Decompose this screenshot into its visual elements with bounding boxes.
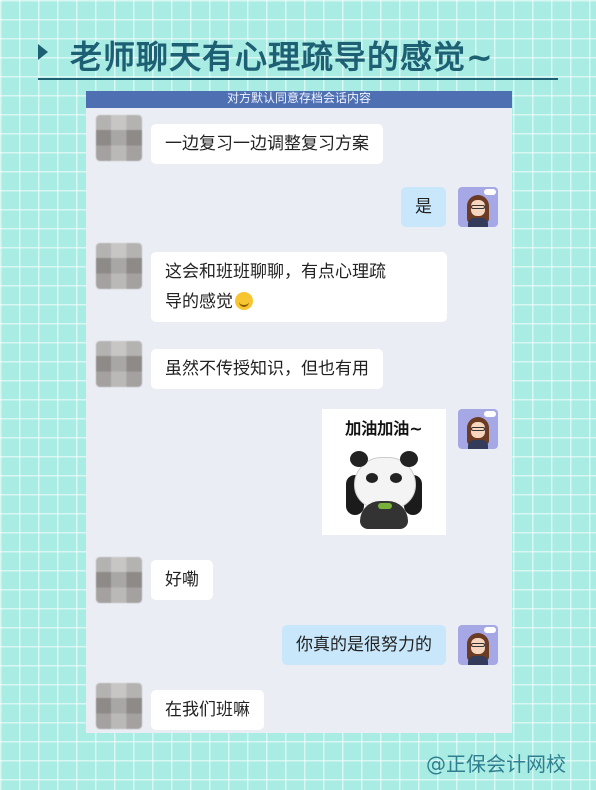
teacher-avatar[interactable] (458, 625, 498, 665)
message-bubble-incoming[interactable]: 虽然不传授知识，但也有用 (151, 349, 383, 389)
contact-avatar-blurred[interactable] (96, 115, 142, 161)
teacher-avatar[interactable] (458, 187, 498, 227)
triangle-bullet-icon (38, 44, 48, 60)
header-divider (38, 78, 558, 80)
message-text-line: 导的感觉 (165, 287, 433, 317)
message-bubble-incoming[interactable]: 这会和班班聊聊，有点心理疏 导的感觉 (151, 252, 447, 322)
page-header: 老师聊天有心理疏导的感觉~ (38, 30, 558, 80)
contact-avatar-blurred[interactable] (96, 557, 142, 603)
thinking-emoji-icon (235, 292, 253, 310)
panda-sticker[interactable]: 加油加油~ (322, 409, 446, 535)
archive-notice-bar: 对方默认同意存档会话内容 (86, 91, 512, 108)
message-bubble-incoming[interactable]: 好嘞 (151, 560, 213, 600)
contact-avatar-blurred[interactable] (96, 683, 142, 729)
message-bubble-incoming[interactable]: 一边复习一边调整复习方案 (151, 124, 383, 164)
sticker-caption: 加油加油~ (345, 419, 423, 438)
message-bubble-outgoing[interactable]: 你真的是很努力的 (282, 625, 446, 665)
panda-sticker-icon (344, 451, 424, 531)
contact-avatar-blurred[interactable] (96, 243, 142, 289)
message-bubble-incoming[interactable]: 在我们班嘛 (151, 690, 264, 730)
message-bubble-outgoing[interactable]: 是 (401, 187, 446, 227)
contact-avatar-blurred[interactable] (96, 341, 142, 387)
page-title: 老师聊天有心理疏导的感觉~ (70, 38, 494, 76)
watermark: @正保会计网校 (426, 752, 566, 776)
message-text-line: 这会和班班聊聊，有点心理疏 (165, 262, 386, 282)
chat-screenshot: 对方默认同意存档会话内容 一边复习一边调整复习方案 是 这会和班班聊聊，有点心理… (86, 91, 512, 733)
teacher-avatar[interactable] (458, 409, 498, 449)
